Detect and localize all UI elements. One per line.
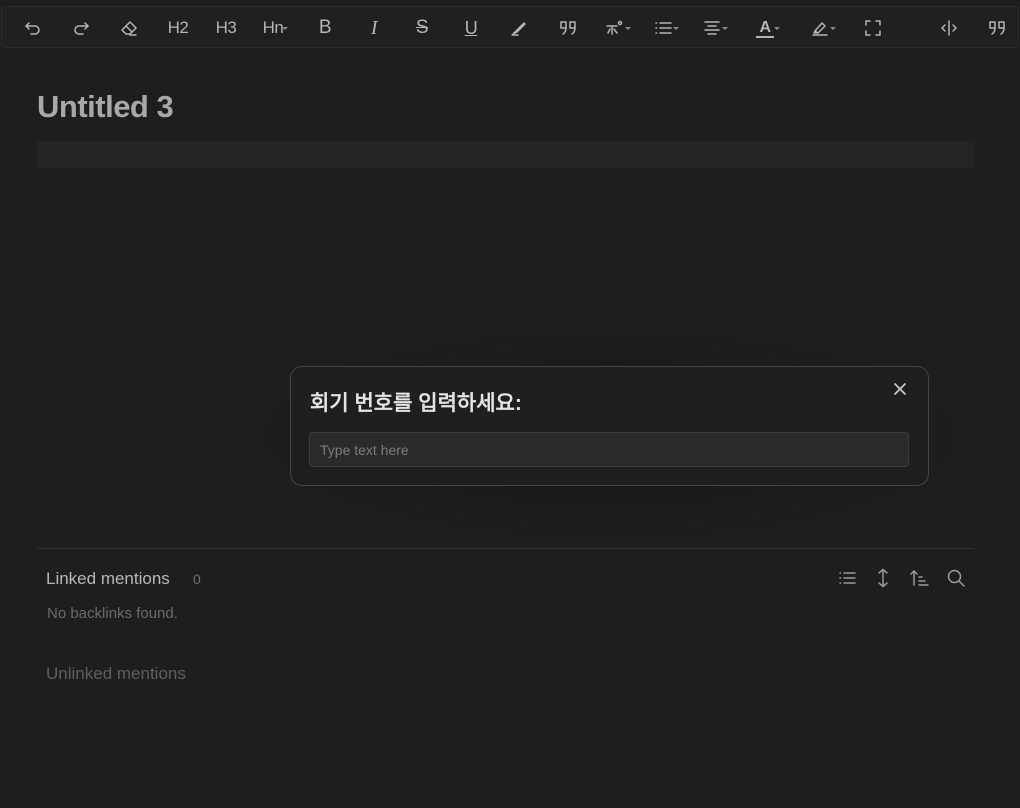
modal-title: 회기 번호를 입력하세요: (310, 392, 522, 415)
dropdown-caret-icon (830, 27, 836, 30)
close-icon (894, 383, 906, 395)
text-color-label: A (756, 19, 774, 38)
modal-text-input[interactable] (309, 432, 909, 467)
redo-button[interactable] (64, 13, 98, 43)
heading-n-label: Hn (262, 18, 284, 37)
quote-alt-button[interactable] (980, 13, 1014, 43)
linked-mentions-count: 0 (193, 571, 201, 587)
ruby-button[interactable] (599, 13, 633, 43)
split-icon (941, 20, 957, 36)
highlighter-icon (812, 22, 828, 36)
pen-icon (511, 22, 526, 36)
expand-vertical-icon (878, 568, 888, 588)
strikethrough-label: S (415, 17, 429, 38)
bold-label: B (318, 17, 332, 38)
eraser-icon (121, 21, 137, 36)
italic-label: I (370, 16, 378, 39)
dropdown-caret-icon (722, 27, 728, 30)
heading-3-button[interactable]: H3 (209, 13, 243, 43)
backlinks-expand-button[interactable] (871, 566, 895, 590)
bold-button[interactable]: B (308, 13, 342, 43)
note-title[interactable]: Untitled 3 (37, 89, 174, 125)
align-button[interactable] (696, 13, 730, 43)
properties-bar[interactable] (37, 141, 975, 168)
list-icon (655, 22, 672, 34)
search-icon (947, 569, 965, 587)
dropdown-caret-icon (673, 27, 679, 30)
heading-2-button[interactable]: H2 (161, 13, 195, 43)
undo-icon (25, 22, 40, 35)
backlinks-sort-button[interactable] (907, 566, 931, 590)
heading-2-label: H2 (167, 18, 189, 37)
editor-toolbar: H2 H3 Hn B I S U A (1, 6, 1019, 48)
italic-button[interactable]: I (357, 13, 391, 43)
heading-n-button[interactable]: Hn (256, 13, 290, 43)
underline-label: U (464, 17, 478, 38)
quote-button[interactable] (551, 13, 585, 43)
linked-mentions-title[interactable]: Linked mentions (46, 569, 170, 589)
heading-3-label: H3 (215, 18, 237, 37)
prompt-modal: 회기 번호를 입력하세요: (290, 366, 929, 486)
highlight-pen-button[interactable] (502, 13, 536, 43)
dropdown-caret-icon (774, 27, 780, 30)
highlight-color-button[interactable] (804, 13, 838, 43)
redo-icon (74, 22, 89, 35)
quote-icon (989, 21, 1005, 35)
backlinks-list-button[interactable] (835, 566, 859, 590)
dropdown-caret-icon (282, 27, 288, 30)
quote-icon (560, 21, 576, 35)
fullscreen-button[interactable] (856, 13, 890, 43)
clear-format-button[interactable] (112, 13, 146, 43)
undo-button[interactable] (16, 13, 50, 43)
backlinks-search-button[interactable] (944, 566, 968, 590)
modal-close-button[interactable] (889, 378, 911, 400)
fullscreen-icon (865, 20, 881, 36)
align-center-icon (704, 21, 720, 35)
text-color-button[interactable]: A (748, 13, 782, 43)
ruby-icon (606, 20, 623, 35)
split-view-button[interactable] (932, 13, 966, 43)
underline-button[interactable]: U (454, 13, 488, 43)
list-button[interactable] (647, 13, 681, 43)
unlinked-mentions-title[interactable]: Unlinked mentions (46, 664, 186, 684)
list-icon (839, 572, 856, 584)
sort-icon (910, 570, 929, 586)
no-backlinks-text: No backlinks found. (47, 605, 178, 622)
dropdown-caret-icon (625, 27, 631, 30)
strikethrough-button[interactable]: S (405, 13, 439, 43)
